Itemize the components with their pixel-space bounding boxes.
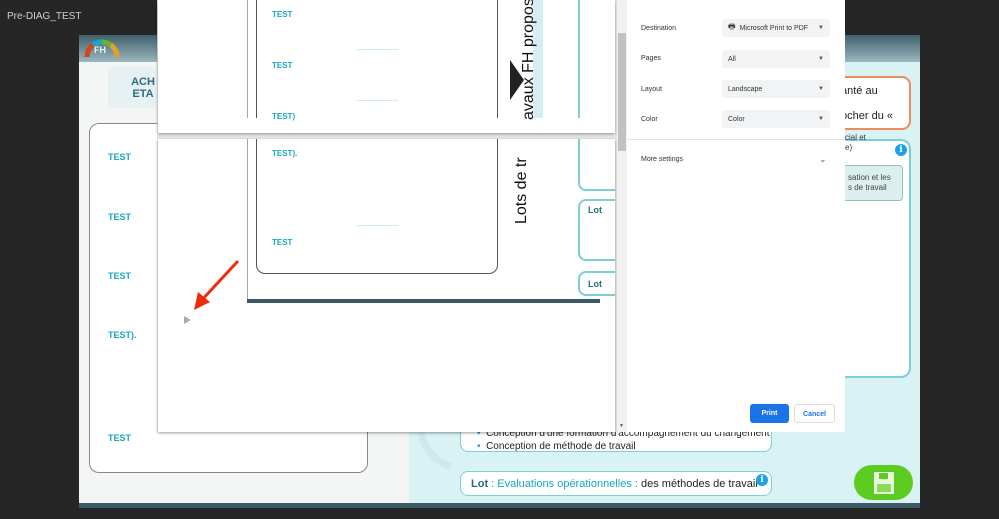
preview-item: TEST <box>272 10 293 19</box>
dropdown-caret-icon: ▼ <box>818 116 824 122</box>
cyan-card-line2: e) <box>845 143 853 152</box>
left-card-item: TEST <box>108 271 132 281</box>
preview-lot-box: Lot <box>578 271 615 296</box>
page-bottom-bar <box>247 299 600 303</box>
inner-line2: s de travail <box>848 183 887 192</box>
preview-lot-box: Lot <box>578 199 615 261</box>
destination-select[interactable]: 🖶 Microsoft Print to PDF ▼ <box>722 19 830 37</box>
orange-box-line1: anté au <box>841 85 878 97</box>
print-button[interactable]: Print <box>750 404 789 423</box>
divider <box>356 49 398 50</box>
scroll-down-icon[interactable]: ▼ <box>619 423 624 429</box>
preview-page-2: TEST). TEST Lots de tr Lot Lot <box>158 139 615 432</box>
preview-item: TEST <box>272 238 293 247</box>
logo-text: FH <box>94 45 106 55</box>
preview-item: TEST) <box>272 112 296 121</box>
flow-arrow-icon <box>417 425 453 471</box>
lot-highlight: : Evaluations opérationnelles : <box>488 478 641 490</box>
preview-page-1: TEST TEST TEST) avaux FH propos <box>158 0 615 133</box>
color-select[interactable]: Color ▼ <box>722 110 830 128</box>
preview-card <box>256 139 498 274</box>
floppy-disk-icon <box>874 472 894 494</box>
dropdown-caret-icon: ▼ <box>818 25 824 31</box>
chevron-down-icon: ⌄ <box>819 154 827 164</box>
lot-evaluations-box: Lot : Evaluations opérationnelles : des … <box>460 471 772 496</box>
preview-item: TEST <box>272 61 293 70</box>
print-settings-panel: Destination 🖶 Microsoft Print to PDF ▼ Pag… <box>627 0 845 432</box>
left-card-item: TEST). <box>108 330 137 340</box>
left-card-item: TEST <box>108 212 132 222</box>
play-triangle-icon[interactable] <box>184 316 191 324</box>
more-settings-label: More settings <box>641 156 684 163</box>
destination-label: Destination <box>641 25 677 32</box>
layout-select[interactable]: Landscape ▼ <box>722 80 830 98</box>
dropdown-caret-icon: ▼ <box>818 86 824 92</box>
dropdown-caret-icon: ▼ <box>818 56 824 62</box>
divider <box>356 100 398 101</box>
left-card-item: TEST <box>108 152 132 162</box>
window-title: Pre-DIAG_TEST <box>7 11 82 22</box>
cancel-button[interactable]: Cancel <box>794 404 835 423</box>
preview-cyan-box <box>578 0 615 118</box>
orange-box-line2: ocher du « <box>841 110 893 122</box>
info-icon[interactable]: i <box>895 144 907 156</box>
lot-prefix: Lot <box>471 478 489 490</box>
preview-cyan-box <box>578 139 615 191</box>
pages-select[interactable]: All ▼ <box>722 50 830 68</box>
save-button[interactable] <box>854 465 913 500</box>
inner-line1: sation et les <box>848 173 891 182</box>
divider <box>356 225 398 226</box>
preview-item: TEST). <box>272 149 298 158</box>
preview-vertical-text: Lots de tr <box>513 157 530 224</box>
lot-bullet: • Conception de méthode de travail <box>477 441 636 452</box>
app-bottom-bar <box>79 503 920 508</box>
pages-label: Pages <box>641 55 661 62</box>
cyan-card-line1: cial et <box>845 133 866 142</box>
info-icon[interactable]: i <box>756 474 768 486</box>
print-preview-area: TEST TEST TEST) avaux FH propos TEST). T… <box>157 0 617 432</box>
preview-vertical-text: avaux FH propos <box>520 0 537 120</box>
scrollbar-thumb[interactable] <box>618 33 626 151</box>
lot-rest: des méthodes de travail <box>640 478 758 490</box>
color-label: Color <box>641 116 658 123</box>
more-settings-toggle[interactable]: More settings ⌄ <box>627 150 845 170</box>
divider <box>627 139 845 140</box>
printer-icon: 🖶 <box>728 22 736 31</box>
preview-scrollbar[interactable]: ▼ <box>617 0 627 432</box>
layout-label: Layout <box>641 86 663 93</box>
page-border-line <box>247 0 248 118</box>
left-card-item: TEST <box>108 433 132 443</box>
